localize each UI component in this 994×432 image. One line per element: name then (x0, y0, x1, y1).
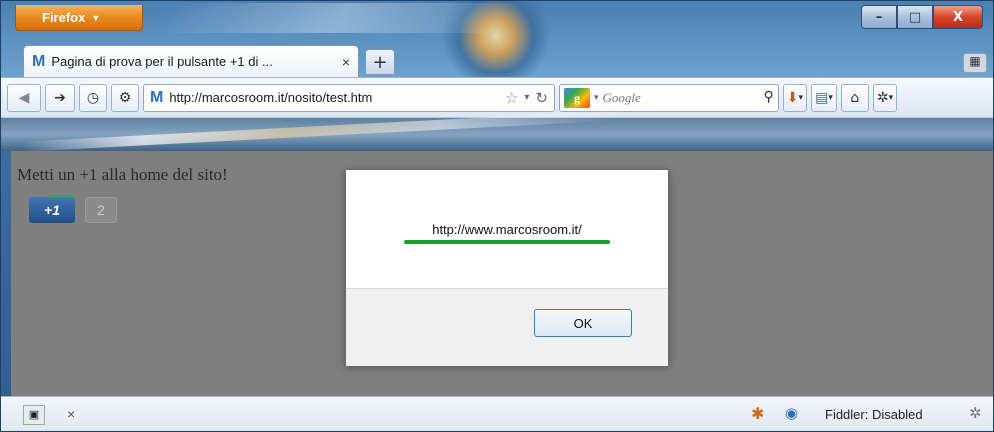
maximize-button[interactable]: □ (897, 5, 933, 29)
tab-groups-icon[interactable]: ▦ (963, 53, 987, 73)
search-icon[interactable]: ⚲ (764, 89, 774, 106)
theme-decoration (21, 110, 621, 152)
tab-active[interactable]: M Pagina di prova per il pulsante +1 di … (23, 45, 359, 77)
tab-bar: M Pagina di prova per il pulsante +1 di … (1, 45, 993, 77)
theme-decoration (152, 3, 530, 33)
globe-icon[interactable]: ◉ (785, 404, 798, 422)
bookmarks-button[interactable]: ▤ ▾ (811, 83, 837, 112)
tab-title: Pagina di prova per il pulsante +1 di ..… (51, 54, 273, 69)
navigation-toolbar: ◀ ➔ ◷ ⚙ M ☆ ▾ ↻ g ▾ ⚲ ⬇▾ ▤▾ ⌂ ✲▾ (1, 77, 993, 117)
url-bar[interactable]: M ☆ ▾ ↻ (143, 83, 555, 112)
highlight-underline (404, 240, 610, 244)
arrow-right-icon: ➔ (54, 89, 66, 106)
browser-window: Firefox ▼ – □ X M Pagina di prova per il… (0, 0, 994, 432)
downloads-button[interactable]: ⬇ ▾ (782, 83, 808, 112)
search-input[interactable] (602, 89, 760, 106)
extension-icon: ✲ (876, 89, 889, 106)
extension-icon[interactable]: ✲ (969, 404, 982, 422)
download-icon: ⬇ (786, 89, 799, 106)
tab-close-icon[interactable]: × (342, 54, 350, 70)
home-icon: ⌂ (850, 89, 860, 106)
page-heading: Metti un +1 alla home del sito! (17, 165, 228, 184)
back-button[interactable]: ◀ (7, 83, 41, 112)
addon-bar: ▣ × ✱ ◉ Fiddler: Disabled ✲ (1, 396, 993, 431)
extension-button[interactable]: ✲ ▾ (872, 83, 898, 112)
bookmarks-icon: ▤ (815, 89, 829, 106)
bookmarks-toolbar (1, 110, 993, 152)
alert-dialog: http://www.marcosroom.it/ OK (345, 169, 669, 366)
chevron-down-icon[interactable]: ▾ (594, 92, 599, 103)
plusone-button[interactable]: +1 (29, 195, 75, 223)
chevron-down-icon: ▼ (91, 12, 101, 23)
site-favicon-icon: M (150, 88, 164, 106)
minimize-button[interactable]: – (861, 5, 897, 29)
puzzle-icon: ⚙ (118, 89, 132, 106)
google-engine-icon[interactable]: g (564, 87, 590, 108)
chevron-down-icon[interactable]: ▾ (524, 92, 529, 103)
home-button[interactable]: ⌂ (840, 83, 869, 112)
plusone-count: 2 (85, 197, 117, 223)
close-window-button[interactable]: X (933, 5, 983, 29)
alert-message: http://www.marcosroom.it/ (432, 222, 582, 237)
forward-button[interactable]: ➔ (45, 83, 75, 112)
firefox-menu-label: Firefox (42, 10, 86, 25)
arrow-left-icon: ◀ (18, 89, 30, 106)
chevron-down-icon: ▾ (888, 92, 894, 103)
dialog-footer: OK (346, 288, 668, 366)
ok-button[interactable]: OK (534, 309, 632, 337)
addon-button[interactable]: ⚙ (111, 83, 139, 112)
reload-icon[interactable]: ↻ (535, 89, 548, 107)
site-favicon-icon: M (32, 52, 46, 70)
chevron-down-icon: ▾ (828, 92, 833, 103)
clock-icon: ◷ (86, 89, 100, 106)
addon-menu-icon[interactable]: ▣ (23, 405, 45, 425)
new-tab-button[interactable]: + (365, 49, 395, 75)
chevron-down-icon: ▾ (798, 92, 804, 103)
firefox-menu-button[interactable]: Firefox ▼ (15, 5, 143, 31)
url-input[interactable] (169, 90, 499, 105)
window-controls: – □ X (861, 5, 983, 29)
fiddler-status[interactable]: Fiddler: Disabled (825, 407, 923, 422)
firebug-icon[interactable]: ✱ (751, 404, 764, 424)
bookmark-star-icon[interactable]: ☆ (505, 89, 518, 107)
search-bar[interactable]: g ▾ ⚲ (559, 83, 779, 112)
close-addon-bar-icon[interactable]: × (67, 406, 75, 422)
history-button[interactable]: ◷ (79, 83, 107, 112)
